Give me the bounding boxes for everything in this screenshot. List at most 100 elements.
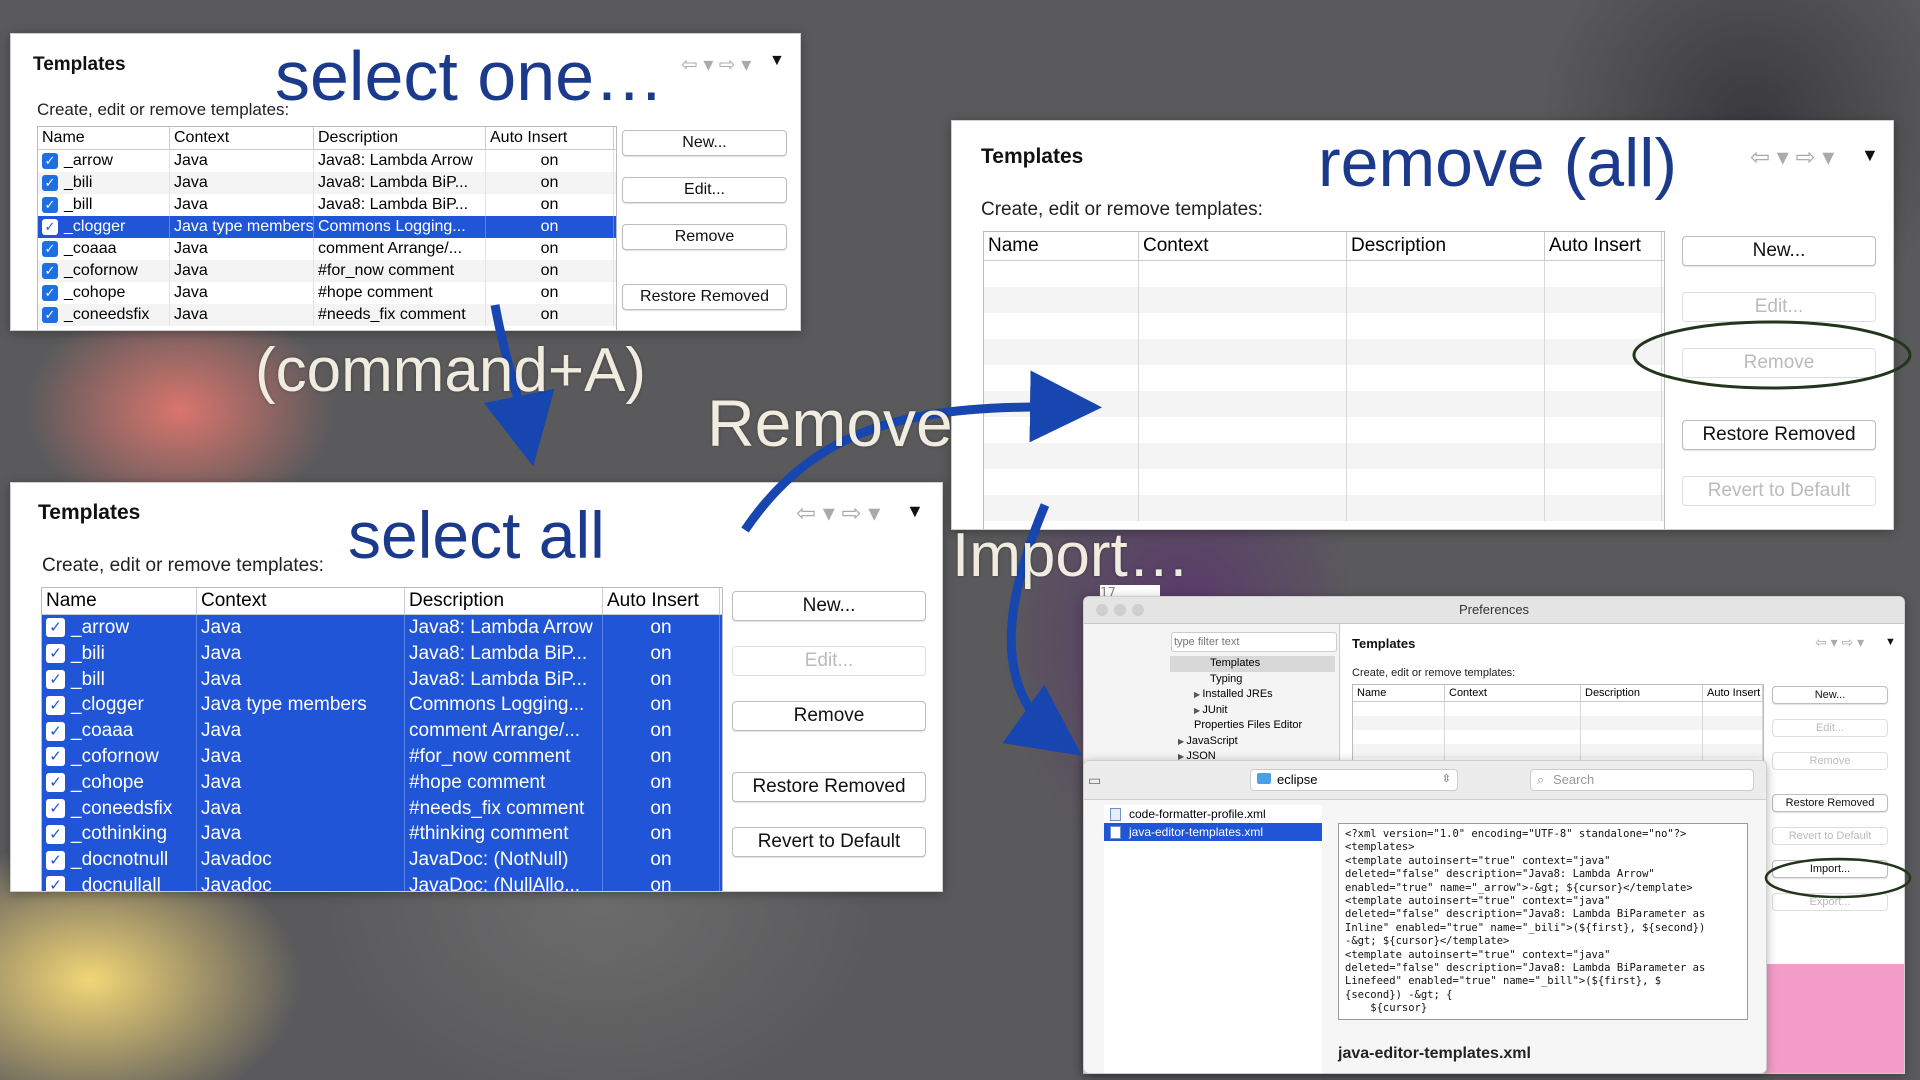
table-row[interactable]: ✓ _docnullall Javadoc JavaDoc: (NullAllo...… bbox=[42, 872, 722, 891]
column-header[interactable]: Description bbox=[405, 588, 603, 614]
remove-button[interactable]: Remove bbox=[622, 224, 787, 250]
checkbox-checked-icon[interactable]: ✓ bbox=[46, 747, 65, 767]
checkbox-checked-icon[interactable]: ✓ bbox=[46, 618, 65, 638]
remove-button[interactable]: Remove bbox=[1682, 348, 1876, 378]
table-row[interactable]: ✓ _clogger Java type members Commons Loggin… bbox=[38, 216, 616, 238]
remove-button[interactable]: Remove bbox=[1772, 752, 1888, 770]
nav-arrows-icon[interactable]: ⇦ ▾ ⇨ ▾ bbox=[681, 52, 751, 77]
edit-button[interactable]: Edit... bbox=[622, 177, 787, 203]
nav-arrows-icon[interactable]: ⇦ ▾ ⇨ ▾ bbox=[796, 499, 880, 528]
table-row[interactable]: ✓ _cofornow Java #for_now comment on bbox=[42, 743, 722, 770]
view-menu-icon[interactable]: ▼ bbox=[1885, 636, 1896, 648]
column-header[interactable]: Context bbox=[197, 588, 405, 614]
restore-removed-button[interactable]: Restore Removed bbox=[622, 284, 787, 310]
checkbox-checked-icon[interactable]: ✓ bbox=[42, 240, 58, 257]
checkbox-checked-icon[interactable]: ✓ bbox=[42, 218, 58, 235]
column-header[interactable]: Description bbox=[1347, 232, 1545, 260]
column-header[interactable]: Context bbox=[1139, 232, 1347, 260]
templates-table-empty[interactable]: Name Context Description Auto Insert bbox=[1352, 684, 1764, 766]
file-item[interactable]: java-editor-templates.xml bbox=[1104, 823, 1322, 841]
revert-to-default-button[interactable]: Revert to Default bbox=[1682, 476, 1876, 506]
column-header[interactable]: Auto Insert bbox=[486, 127, 614, 149]
tree-item[interactable]: ▶ JavaScript bbox=[1170, 734, 1335, 750]
restore-removed-button[interactable]: Restore Removed bbox=[1682, 420, 1876, 450]
column-header[interactable]: Auto Insert bbox=[603, 588, 720, 614]
table-row[interactable]: ✓ _cothinking Java #thinking comment on bbox=[42, 821, 722, 848]
table-row[interactable]: ✓ _arrow Java Java8: Lambda Arrow on bbox=[42, 615, 722, 641]
new-button[interactable]: New... bbox=[1772, 686, 1888, 704]
new-button[interactable]: New... bbox=[1682, 236, 1876, 266]
checkbox-checked-icon[interactable]: ✓ bbox=[46, 695, 65, 715]
checkbox-checked-icon[interactable]: ✓ bbox=[42, 196, 58, 213]
table-row[interactable]: ✓ _clogger Java type members Commons Loggin… bbox=[42, 692, 722, 719]
checkbox-checked-icon[interactable]: ✓ bbox=[46, 670, 65, 690]
table-row[interactable]: ✓ _cohope Java #hope comment on bbox=[38, 282, 616, 304]
table-row[interactable]: ✓ _bill Java Java8: Lambda BiP... on bbox=[42, 666, 722, 693]
checkbox-checked-icon[interactable]: ✓ bbox=[46, 824, 65, 844]
export-button[interactable]: Export... bbox=[1772, 893, 1888, 911]
column-header[interactable]: Auto Insert bbox=[1545, 232, 1662, 260]
tree-item[interactable]: ▶ JUnit bbox=[1170, 703, 1335, 719]
column-header[interactable]: Name bbox=[984, 232, 1139, 260]
checkbox-checked-icon[interactable]: ✓ bbox=[42, 284, 58, 301]
table-row[interactable]: ✓ _cohope Java #hope comment on bbox=[42, 769, 722, 796]
column-header[interactable]: Context bbox=[1445, 685, 1581, 701]
new-button[interactable]: New... bbox=[732, 591, 926, 621]
column-header[interactable]: Auto Insert bbox=[1703, 685, 1763, 701]
revert-to-default-button[interactable]: Revert to Default bbox=[732, 827, 926, 857]
templates-table[interactable]: Name Context Description Auto Insert ✓ _arrow… bbox=[41, 587, 723, 891]
edit-button[interactable]: Edit... bbox=[1772, 719, 1888, 737]
preferences-tree[interactable]: Templates Typing ▶ Installed JREs ▶ JUnit Pr… bbox=[1170, 656, 1335, 765]
checkbox-checked-icon[interactable]: ✓ bbox=[42, 262, 58, 279]
import-button[interactable]: Import... bbox=[1772, 860, 1888, 878]
table-row[interactable]: ✓ _bili Java Java8: Lambda BiP... on bbox=[42, 640, 722, 667]
table-row[interactable]: ✓ _arrow Java Java8: Lambda Arrow on bbox=[38, 150, 616, 172]
column-header[interactable]: Name bbox=[38, 127, 170, 149]
checkbox-checked-icon[interactable]: ✓ bbox=[46, 721, 65, 741]
column-header[interactable]: Description bbox=[1581, 685, 1703, 701]
templates-table[interactable]: Name Context Description Auto Insert ✓ _arrow… bbox=[37, 126, 617, 330]
checkbox-checked-icon[interactable]: ✓ bbox=[46, 850, 65, 870]
column-header[interactable]: Name bbox=[1353, 685, 1445, 701]
new-button[interactable]: New... bbox=[622, 130, 787, 156]
tree-item[interactable]: Typing bbox=[1170, 672, 1335, 688]
restore-removed-button[interactable]: Restore Removed bbox=[1772, 794, 1888, 812]
checkbox-checked-icon[interactable]: ✓ bbox=[46, 773, 65, 793]
column-header[interactable]: Context bbox=[170, 127, 314, 149]
table-row[interactable]: ✓ _bill Java Java8: Lambda BiP... on bbox=[38, 194, 616, 216]
table-row[interactable]: ✓ _coaaa Java comment Arrange/... on bbox=[38, 238, 616, 260]
checkbox-checked-icon[interactable]: ✓ bbox=[46, 799, 65, 819]
sidebar-toggle-icon[interactable]: ▭ bbox=[1088, 772, 1101, 789]
checkbox-checked-icon[interactable]: ✓ bbox=[46, 876, 65, 891]
edit-button[interactable]: Edit... bbox=[1682, 292, 1876, 322]
nav-arrows-icon[interactable]: ⇦ ▾ ⇨ ▾ bbox=[1815, 634, 1864, 651]
column-header[interactable]: Description bbox=[314, 127, 486, 149]
tree-item[interactable]: Templates bbox=[1170, 656, 1335, 672]
remove-button[interactable]: Remove bbox=[732, 701, 926, 731]
view-menu-icon[interactable]: ▼ bbox=[906, 501, 924, 522]
table-row[interactable]: ✓ _bili Java Java8: Lambda BiP... on bbox=[38, 172, 616, 194]
file-item[interactable]: code-formatter-profile.xml bbox=[1104, 805, 1322, 823]
table-row[interactable]: ✓ _docnotnull Javadoc JavaDoc: (NotNull) on bbox=[42, 847, 722, 873]
column-header[interactable]: Name bbox=[42, 588, 197, 614]
table-row[interactable]: ✓ _coneedsfix Java #needs_fix comment on bbox=[38, 304, 616, 326]
folder-selector[interactable]: eclipse ⇳ bbox=[1250, 769, 1458, 791]
checkbox-checked-icon[interactable]: ✓ bbox=[46, 644, 65, 664]
table-row[interactable]: ✓ _cofornow Java #for_now comment on bbox=[38, 260, 616, 282]
search-field[interactable]: ⌕ Search bbox=[1530, 769, 1754, 791]
tree-item[interactable]: ▶ Installed JREs bbox=[1170, 687, 1335, 703]
view-menu-icon[interactable]: ▼ bbox=[769, 52, 785, 70]
checkbox-checked-icon[interactable]: ✓ bbox=[42, 306, 58, 323]
file-list[interactable]: code-formatter-profile.xml java-editor-te… bbox=[1104, 805, 1322, 1073]
checkbox-checked-icon[interactable]: ✓ bbox=[42, 174, 58, 191]
edit-button[interactable]: Edit... bbox=[732, 646, 926, 676]
nav-arrows-icon[interactable]: ⇦ ▾ ⇨ ▾ bbox=[1750, 143, 1834, 172]
view-menu-icon[interactable]: ▼ bbox=[1861, 145, 1879, 166]
templates-table-empty[interactable]: Name Context Description Auto Insert bbox=[983, 231, 1665, 529]
table-row[interactable]: ✓ _coneedsfix Java #needs_fix comment on bbox=[42, 795, 722, 822]
restore-removed-button[interactable]: Restore Removed bbox=[732, 772, 926, 802]
checkbox-checked-icon[interactable]: ✓ bbox=[42, 152, 58, 169]
table-row[interactable]: ✓ _coaaa Java comment Arrange/... on bbox=[42, 718, 722, 744]
filter-input[interactable] bbox=[1171, 632, 1337, 652]
revert-to-default-button[interactable]: Revert to Default bbox=[1772, 827, 1888, 845]
